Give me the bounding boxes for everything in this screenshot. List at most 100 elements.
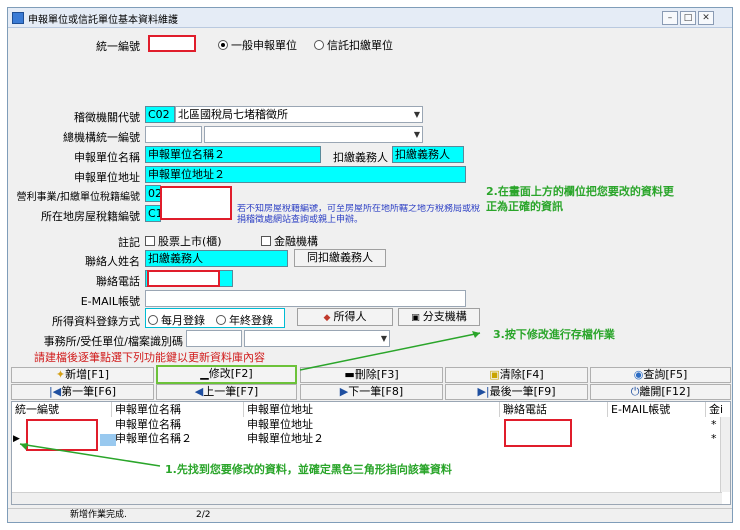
branch-button[interactable]: ▣ 分支機構	[398, 308, 480, 326]
office-code-input[interactable]	[186, 330, 242, 347]
withholder-input[interactable]: 扣繳義務人	[392, 146, 464, 163]
listed-checkbox[interactable]: 股票上市(櫃)	[145, 233, 222, 249]
office-label: 事務所/受任單位/檔案識別碼	[43, 335, 183, 348]
col-header-amount[interactable]: 金i	[706, 402, 730, 417]
chevron-down-icon: ▼	[413, 130, 420, 139]
next-icon: ▶	[339, 385, 349, 398]
checkbox-icon	[261, 236, 271, 246]
horizontal-scrollbar[interactable]	[12, 492, 722, 504]
house-tax-label: 所在地房屋稅籍編號	[41, 210, 140, 223]
row-pointer-icon: ▶	[13, 434, 20, 444]
financial-label: 金融機構	[274, 235, 318, 248]
search-icon: ◉	[633, 368, 644, 381]
unit-name-input[interactable]: 申報單位名稱２	[145, 146, 321, 163]
email-input[interactable]	[145, 290, 466, 307]
tax-office-label: 稽徵機關代號	[74, 111, 140, 124]
edit-icon: ▁	[200, 367, 209, 380]
clear-icon: ▣	[489, 368, 500, 381]
add-icon: ✦	[55, 368, 66, 381]
radio-yearly[interactable]: 年終登錄	[216, 312, 273, 328]
unit-name-label: 申報單位名稱	[74, 151, 140, 164]
house-tax-note: 若不知房屋稅籍編號，可至房屋所在地所轄之地方稅務局或稅捐稽徵處網站查詢或親上申辦…	[237, 204, 481, 225]
delete-label: 刪除[F3]	[354, 368, 399, 381]
query-button[interactable]: ◉查詢[F5]	[590, 367, 731, 383]
annotation-step1: 1.先找到您要修改的資料，並確定黑色三角形指向該筆資料	[165, 463, 452, 476]
delete-button[interactable]: ▬刪除[F3]	[300, 367, 443, 383]
first-icon: |◀	[48, 385, 62, 398]
tax-office-code[interactable]: C02	[145, 106, 175, 123]
main-window: 申報單位或信託單位基本資料維護 – □ ✕ 統一編號 一般申報單位 信託扣繳單位…	[7, 7, 733, 523]
close-icon[interactable]: ✕	[698, 11, 714, 25]
records-grid[interactable]: 統一編號 申報單位名稱 申報單位地址 聯絡電話 E-MAIL帳號 金i 申報單位…	[11, 401, 731, 505]
annotation-step2-line2: 正為正確的資訊	[486, 200, 563, 213]
add-button[interactable]: ✦新增[F1]	[11, 367, 154, 383]
note-label: 註記	[118, 236, 140, 249]
radio-icon	[148, 315, 158, 325]
col-header-unit-address[interactable]: 申報單位地址	[244, 402, 500, 417]
col-header-phone[interactable]: 聯絡電話	[500, 402, 608, 417]
status-page: 2/2	[196, 510, 211, 520]
clear-label: 清除[F4]	[499, 368, 544, 381]
row2-mark: *	[711, 432, 717, 445]
next-record-button[interactable]: ▶下一筆[F8]	[300, 384, 443, 400]
row2-unit-address: 申報單位地址２	[247, 432, 324, 445]
col-header-email[interactable]: E-MAIL帳號	[608, 402, 706, 417]
minimize-icon[interactable]: –	[662, 11, 678, 25]
clear-button[interactable]: ▣清除[F4]	[445, 367, 588, 383]
col-header-unit-name[interactable]: 申報單位名稱	[112, 402, 244, 417]
delete-icon: ▬	[344, 368, 355, 381]
business-tax-label: 營利事業/扣繳單位稅籍編號	[16, 192, 140, 203]
contact-name-input[interactable]: 扣繳義務人	[145, 250, 288, 267]
exit-label: 離開[F12]	[639, 385, 691, 398]
prev-record-button[interactable]: ◀上一筆[F7]	[156, 384, 297, 400]
withholder-label: 扣繳義務人	[333, 151, 388, 164]
row2-unit-name: 申報單位名稱２	[115, 432, 192, 445]
update-warning: 請建檔後逐筆點選下列功能鍵以更新資料庫內容	[34, 351, 265, 364]
tax-office-select[interactable]: 北區國稅局七堵稽徵所 ▼	[175, 106, 423, 123]
radio-monthly-label: 每月登錄	[161, 314, 205, 327]
same-as-withholder-button[interactable]: 同扣繳義務人	[294, 249, 386, 267]
first-label: 第一筆[F6]	[61, 385, 117, 398]
redacted-phone-numbers	[504, 419, 572, 447]
unit-address-input[interactable]: 申報單位地址２	[145, 166, 466, 183]
radio-general-unit[interactable]: 一般申報單位	[218, 37, 297, 53]
radio-icon	[314, 40, 324, 50]
unified-no-label: 統一編號	[96, 40, 140, 53]
edit-button[interactable]: ▁修改[F2]	[156, 365, 297, 384]
phone-label: 聯絡電話	[96, 275, 140, 288]
first-record-button[interactable]: |◀第一筆[F6]	[11, 384, 154, 400]
email-label: E-MAIL帳號	[80, 295, 140, 308]
earner-button[interactable]: ◆ 所得人	[297, 308, 393, 326]
radio-selected-icon	[218, 40, 228, 50]
prev-icon: ◀	[194, 385, 204, 398]
row1-unit-name: 申報單位名稱	[115, 418, 181, 431]
business-tax-input[interactable]: 02	[145, 185, 161, 202]
annotation-step3: 3.按下修改進行存檔作業	[493, 328, 615, 341]
house-tax-input[interactable]: C1	[145, 205, 161, 222]
financial-checkbox[interactable]: 金融機構	[261, 233, 318, 249]
col-header-unified-no[interactable]: 統一編號	[12, 402, 112, 417]
radio-monthly[interactable]: 每月登錄	[148, 312, 205, 328]
vertical-scrollbar[interactable]	[720, 417, 730, 492]
annotation-step2-line1: 2.在畫面上方的欄位把您要改的資料更	[486, 185, 674, 198]
last-record-button[interactable]: ▶|最後一筆[F9]	[445, 384, 588, 400]
hq-unified-no-select[interactable]: ▼	[204, 126, 423, 143]
redacted-phone	[147, 270, 220, 287]
unified-no-input[interactable]	[148, 35, 196, 52]
radio-trust-label: 信託扣繳單位	[327, 39, 393, 52]
maximize-icon[interactable]: □	[680, 11, 696, 25]
status-message: 新增作業完成.	[70, 510, 127, 520]
office-select[interactable]: ▼	[244, 330, 390, 347]
prev-label: 上一筆[F7]	[203, 385, 259, 398]
unit-address-label: 申報單位地址	[74, 171, 140, 184]
tax-office-name: 北區國稅局七堵稽徵所	[178, 108, 288, 121]
hq-unified-no-input[interactable]	[145, 126, 202, 143]
window-title: 申報單位或信託單位基本資料維護	[28, 15, 178, 26]
exit-button[interactable]: ⏻離開[F12]	[590, 384, 731, 400]
hq-unified-no-label: 總機構統一編號	[63, 131, 140, 144]
radio-icon	[216, 315, 226, 325]
radio-trust-unit[interactable]: 信託扣繳單位	[314, 37, 393, 53]
app-icon	[12, 12, 24, 24]
title-bar: 申報單位或信託單位基本資料維護 – □ ✕	[8, 8, 732, 28]
contact-name-label: 聯絡人姓名	[85, 255, 140, 268]
